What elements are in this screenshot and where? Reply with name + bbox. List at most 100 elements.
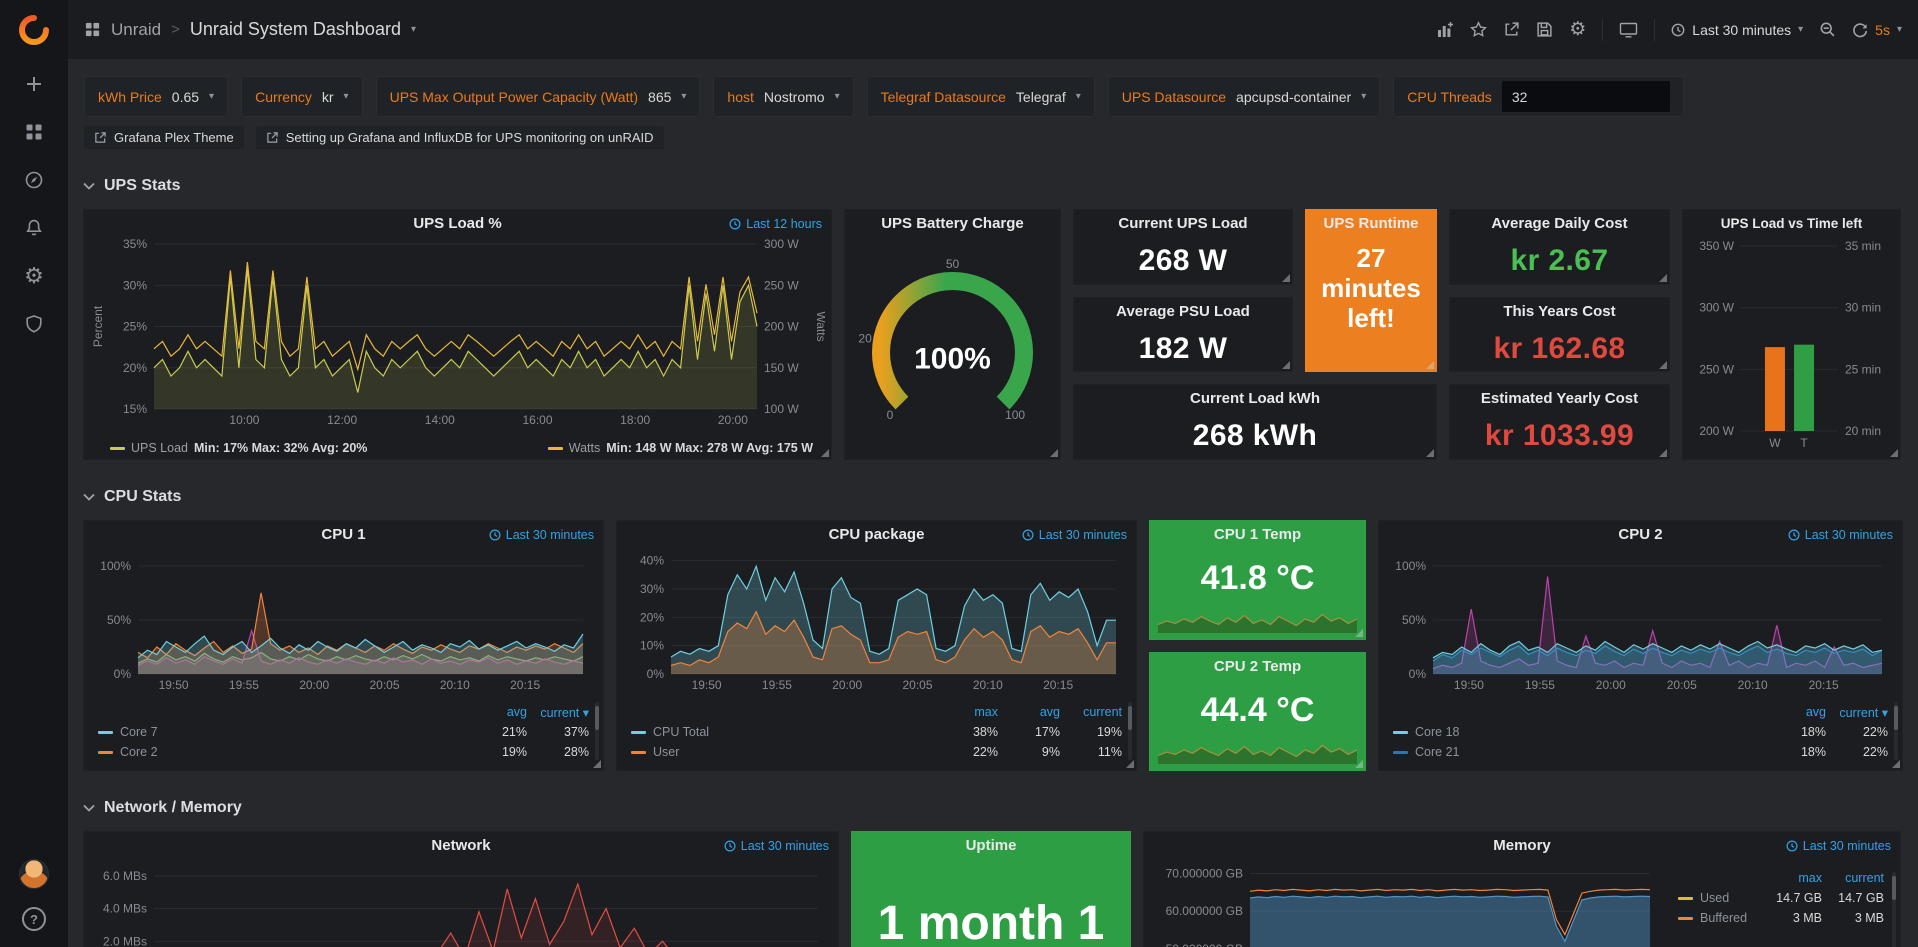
legend-sort-avg[interactable]: avg [465,705,527,719]
legend-series-name[interactable]: Core 7 [98,725,465,739]
star-icon[interactable] [1470,21,1487,38]
add-panel-icon[interactable] [1436,21,1454,39]
section-ups-stats[interactable]: UPS Stats [83,175,1903,197]
section-cpu-stats[interactable]: CPU Stats [83,486,1903,508]
legend-sort-avg[interactable]: avg [1764,705,1826,719]
legend-series-name[interactable]: Used [1678,891,1760,905]
variable-ups-max-output-power-capacity-watt-[interactable]: UPS Max Output Power Capacity (Watt)865▾ [376,76,701,117]
legend-sort-current[interactable]: current [1060,705,1122,719]
variable-currency[interactable]: Currencykr▾ [241,76,363,117]
legend-scrollbar[interactable] [595,702,599,760]
dashboard-link[interactable]: Setting up Grafana and InfluxDB for UPS … [256,126,664,149]
settings-icon[interactable]: ⚙ [1569,20,1586,39]
svg-text:19:55: 19:55 [1525,678,1555,692]
variable-value[interactable]: Telegraf [1016,89,1066,105]
variable-telegraf-datasource[interactable]: Telegraf DatasourceTelegraf▾ [867,76,1095,117]
legend-series-name[interactable]: Core 21 [1393,745,1764,759]
cpu2-chart[interactable]: 0%50%100%19:5019:5520:0020:0520:1020:15 [1385,549,1896,694]
panel-title[interactable]: CPU 1 Temp [1150,521,1365,549]
variable-kwh-price[interactable]: kWh Price0.65▾ [84,76,228,117]
panel-time-range[interactable]: Last 30 minutes [1022,521,1127,549]
ups-load-chart[interactable]: 15%20%25%30%35%100 W150 W200 W250 W300 W… [90,238,825,429]
refresh-picker[interactable]: 5s ▾ [1852,22,1902,38]
legend-series-name[interactable]: User [631,745,936,759]
legend-item[interactable]: WattsMin: 148 W Max: 278 W Avg: 175 W [548,441,813,455]
legend-sort-max[interactable]: max [1760,871,1822,885]
panel-title[interactable]: UPS Runtime [1306,210,1436,238]
variable-value[interactable]: 865 [648,89,671,105]
configuration-icon[interactable]: ⚙ [0,252,68,300]
panel-cpu-package: CPU package Last 30 minutes 0%10%20%30%4… [616,520,1137,771]
legend-sort-current[interactable]: current [1822,871,1884,885]
dashboards-icon[interactable] [0,108,68,156]
section-network-memory[interactable]: Network / Memory [83,797,1903,819]
legend-row: Used14.7 GB14.7 GB [1678,888,1884,908]
breadcrumb-folder[interactable]: Unraid [111,20,161,40]
legend-sort-current[interactable]: current ▾ [527,705,589,720]
panel-time-range[interactable]: Last 30 minutes [1788,521,1893,549]
panel-time-range[interactable]: Last 12 hours [729,210,822,238]
save-icon[interactable] [1536,21,1553,38]
memory-chart[interactable]: 50.000000 GB60.000000 GB70.000000 GB19:5… [1150,860,1664,947]
variable-value[interactable]: Nostromo [764,89,825,105]
panel-title[interactable]: CPU 2 Temp [1150,653,1365,681]
legend-scrollbar[interactable] [1892,872,1896,947]
ups-vs-time-chart[interactable]: 200 W250 W300 W350 W20 min25 min30 min35… [1687,238,1896,453]
create-icon[interactable] [0,60,68,108]
variable-host[interactable]: hostNostromo▾ [713,76,853,117]
dashboard-title[interactable]: Unraid System Dashboard [190,19,401,40]
panel-title[interactable]: This Years Cost [1450,298,1669,326]
legend-scrollbar[interactable] [1894,702,1898,760]
variable-value[interactable]: 0.65 [172,89,199,105]
legend-series-name[interactable]: Core 18 [1393,725,1764,739]
panel-title[interactable]: Average PSU Load [1074,298,1292,326]
user-avatar[interactable] [19,859,49,889]
explore-icon[interactable] [0,156,68,204]
legend-series-name[interactable]: CPU Total [631,725,936,739]
panel-time-range[interactable]: Last 30 minutes [1786,832,1891,860]
help-icon[interactable]: ? [22,907,46,931]
dashboard-grid-icon[interactable] [84,21,101,38]
cpu-package-chart[interactable]: 0%10%20%30%40%19:5019:5520:0020:0520:102… [623,549,1130,694]
panel-title[interactable]: Current UPS Load [1074,210,1292,238]
share-icon[interactable] [1503,21,1520,38]
time-range-picker[interactable]: Last 30 minutes ▾ [1671,22,1803,38]
legend-series-color [631,751,646,754]
svg-text:2.0 MBs: 2.0 MBs [103,934,147,947]
variable-cpu-threads[interactable]: CPU Threads 32 [1393,76,1684,117]
panel-title[interactable]: Average Daily Cost [1450,210,1669,238]
panel-title[interactable]: Current Load kWh [1074,385,1436,413]
legend-sort-current[interactable]: current ▾ [1826,705,1888,720]
battery-gauge[interactable]: 02050100100% [853,240,1052,449]
panel-title[interactable]: Estimated Yearly Cost [1450,385,1669,413]
variable-value[interactable]: kr [322,89,334,105]
panel-title[interactable]: UPS Load % [84,210,831,238]
tv-mode-icon[interactable] [1619,21,1638,39]
dashboard-link[interactable]: Grafana Plex Theme [84,126,244,149]
dashboard-caret-icon[interactable]: ▾ [411,24,416,35]
server-admin-icon[interactable] [0,300,68,348]
legend-item[interactable]: UPS LoadMin: 17% Max: 32% Avg: 20% [110,441,367,455]
zoom-out-icon[interactable] [1819,21,1836,38]
variable-input[interactable]: 32 [1502,81,1670,112]
variable-label: CPU Threads [1407,89,1492,105]
svg-text:20:00: 20:00 [832,678,862,692]
variable-value[interactable]: apcupsd-container [1236,89,1351,105]
panel-time-range[interactable]: Last 30 minutes [489,521,594,549]
legend-series-name[interactable]: Core 2 [98,745,465,759]
grafana-logo[interactable] [18,14,50,46]
legend-header-row: avgcurrent ▾ [98,702,589,722]
legend-scrollbar[interactable] [1128,702,1132,760]
panel-title[interactable]: UPS Load vs Time left [1683,210,1900,238]
alerting-icon[interactable] [0,204,68,252]
cpu1-chart[interactable]: 0%50%100%19:5019:5520:0020:0520:1020:15 [90,549,597,694]
legend-sort-avg[interactable]: avg [998,705,1060,719]
panel-title[interactable]: Uptime [852,832,1130,860]
panel-title[interactable]: UPS Battery Charge [845,210,1060,238]
variable-ups-datasource[interactable]: UPS Datasourceapcupsd-container▾ [1108,76,1381,117]
svg-text:20:00: 20:00 [299,678,329,692]
panel-time-range[interactable]: Last 30 minutes [724,832,829,860]
legend-sort-max[interactable]: max [936,705,998,719]
legend-series-name[interactable]: Buffered [1678,911,1760,925]
network-chart[interactable]: 2.0 MBs4.0 MBs6.0 MBs19:5019:5520:0020:0… [90,860,832,947]
